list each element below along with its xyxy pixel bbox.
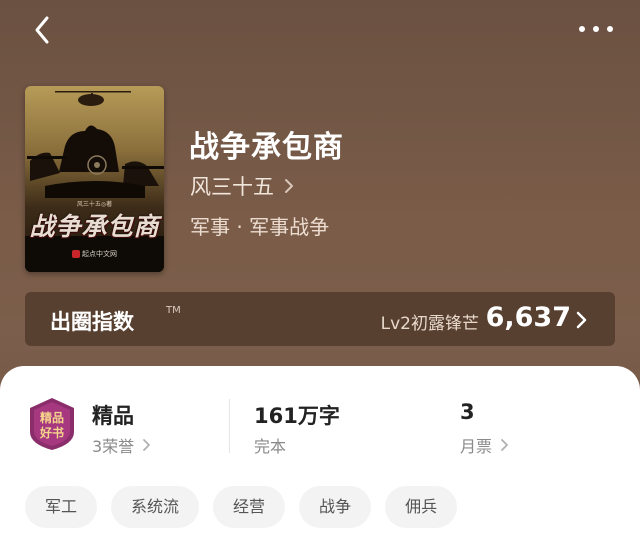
book-cover[interactable]: 风三十五◎著 战争承包商 起点中文网 [25,86,164,272]
tag-item[interactable]: 军工 [25,486,98,528]
more-dots-icon [579,26,613,32]
tag-item[interactable]: 佣兵 [385,486,458,528]
index-trademark: TM [166,305,181,316]
chevron-right-icon [576,311,587,329]
author-link[interactable]: 风三十五 [190,172,296,200]
badge-text-top: 精品 [40,410,64,425]
completion-status-text: 完本 [254,437,287,456]
monthly-ticket-count: 3 [460,400,475,424]
index-value: 6,637 [485,302,571,333]
index-label: 出圈指数 [50,310,134,334]
quality-badge-icon: 精品 好书 [30,398,74,450]
book-stats-card: 精品 好书 精品 3荣誉 161万字 完本 3 月票 军工 系统流 经营 战争 … [0,366,640,552]
chevron-left-icon [35,16,49,44]
book-category[interactable]: 军事 · 军事战争 [190,211,329,240]
tag-item[interactable]: 战争 [299,486,372,528]
back-button[interactable] [26,12,62,48]
monthly-ticket-link[interactable]: 月票 [460,433,509,457]
top-bar [0,0,640,60]
popularity-index-bar[interactable]: 出圈指数 TM Lv2初露锋芒 6,637 [25,292,615,346]
honors-link[interactable]: 3荣誉 [92,433,151,457]
tag-item[interactable]: 经营 [213,486,286,528]
cover-artwork [25,91,164,272]
stats-divider [229,399,230,453]
publisher-logo-icon [72,250,80,258]
monthly-ticket-label: 月票 [460,437,493,456]
more-options-button[interactable] [576,14,616,44]
word-count: 161万字 [254,404,340,428]
cover-title: 战争承包商 [29,212,160,241]
chevron-right-icon [501,439,508,451]
book-title: 战争承包商 [189,130,344,165]
index-level: Lv2初露锋芒 [380,314,479,334]
tag-item[interactable]: 系统流 [111,486,200,528]
honors-count: 3荣誉 [92,437,135,456]
chevron-right-icon [143,439,151,451]
quality-title: 精品 [92,404,134,428]
completion-status: 完本 [254,433,286,457]
badge-text-bottom: 好书 [39,425,64,440]
author-name: 风三十五 [190,175,274,199]
cover-publisher: 起点中文网 [25,249,164,259]
cover-publisher-name: 起点中文网 [82,250,117,258]
chevron-right-icon [285,179,293,193]
tag-list: 军工 系统流 经营 战争 佣兵 [25,486,471,528]
